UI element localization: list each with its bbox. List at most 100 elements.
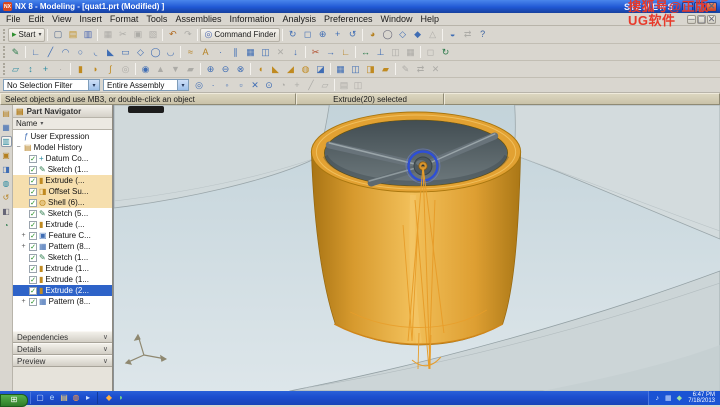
sketch-in-task-env-icon[interactable]: ✎ — [8, 45, 23, 59]
tree-item-offset-su-[interactable]: ✓◨Offset Su... — [13, 186, 112, 197]
toolbar-grip[interactable] — [3, 46, 6, 58]
shell-icon[interactable]: ◍ — [298, 62, 313, 76]
polygon-icon[interactable]: ◇ — [133, 45, 148, 59]
draft-icon[interactable]: ◢ — [283, 62, 298, 76]
chevron-down-icon[interactable]: ▾ — [177, 80, 188, 90]
arc-center-icon[interactable]: ⊙ — [262, 78, 276, 92]
edit-feature-params-icon[interactable]: ✎ — [398, 62, 413, 76]
part-navigator-icon[interactable]: ▥ — [1, 136, 12, 147]
new-file-icon[interactable]: ▢ — [50, 28, 65, 42]
tree-checkbox[interactable]: ✓ — [29, 155, 37, 163]
menu-assemblies[interactable]: Assemblies — [171, 14, 225, 24]
pad-icon[interactable]: ▰ — [183, 62, 198, 76]
tree-checkbox[interactable]: ✓ — [29, 243, 37, 251]
pattern-curve-icon[interactable]: ▦ — [243, 45, 258, 59]
point-on-curve-icon[interactable]: ╱ — [304, 78, 318, 92]
3d-scene[interactable] — [114, 105, 720, 391]
roles-icon[interactable]: ◔ — [1, 220, 12, 231]
part-navigator-header[interactable]: ▤ Part Navigator — [13, 105, 112, 118]
update-model-icon[interactable]: ↻ — [438, 45, 453, 59]
make-symmetric-icon[interactable]: ◫ — [388, 45, 403, 59]
tree-item-sketch-1-[interactable]: ✓✎Sketch (1... — [13, 252, 112, 263]
trim-body-icon[interactable]: ◪ — [313, 62, 328, 76]
circle-icon[interactable]: ○ — [73, 45, 88, 59]
edge-blend-icon[interactable]: ◖ — [253, 62, 268, 76]
panel-splitter-handle[interactable] — [128, 106, 164, 113]
tree-item-datum-co-[interactable]: ✓+Datum Co... — [13, 153, 112, 164]
isometric-view-icon[interactable]: ◇ — [395, 28, 410, 42]
revolve-icon[interactable]: ◗ — [88, 62, 103, 76]
menu-help[interactable]: Help — [417, 14, 444, 24]
boss-icon[interactable]: ▲ — [153, 62, 168, 76]
subtract-icon[interactable]: ⊖ — [218, 62, 233, 76]
section-details[interactable]: Details∨ — [13, 343, 112, 355]
move-face-icon[interactable]: ⇄ — [413, 62, 428, 76]
datum-plane-icon[interactable]: ▱ — [8, 62, 23, 76]
thicken-icon[interactable]: ▰ — [378, 62, 393, 76]
tree-item-pattern-8-[interactable]: +✓▦Pattern (8... — [13, 296, 112, 307]
sweep-along-guide-icon[interactable]: ∫ — [103, 62, 118, 76]
offset-surface-icon[interactable]: ◨ — [363, 62, 378, 76]
name-column-header[interactable]: Name ▾ — [13, 118, 112, 130]
tree-item-user-expression[interactable]: ƒUser Expression — [13, 131, 112, 142]
tree-expander-icon[interactable]: − — [15, 144, 22, 151]
stop-at-intersection-icon[interactable]: ◫ — [351, 78, 365, 92]
paste-icon[interactable]: ▧ — [145, 28, 160, 42]
ellipse-icon[interactable]: ◯ — [148, 45, 163, 59]
delete-face-icon[interactable]: ✕ — [428, 62, 443, 76]
fillet-icon[interactable]: ◟ — [88, 45, 103, 59]
help-icon[interactable]: ? — [475, 28, 490, 42]
toolbar-grip[interactable] — [3, 29, 6, 41]
tree-expander-icon[interactable]: + — [20, 232, 27, 239]
redo-icon[interactable]: ↷ — [180, 28, 195, 42]
tree-item-extrude-[interactable]: ✓▮Extrude (... — [13, 175, 112, 186]
quick-extend-icon[interactable]: → — [323, 45, 338, 59]
chamfer-feature-icon[interactable]: ◣ — [268, 62, 283, 76]
tree-item-sketch-5-[interactable]: ✓✎Sketch (5... — [13, 208, 112, 219]
menu-analysis[interactable]: Analysis — [278, 14, 320, 24]
project-curve-icon[interactable]: ↓ — [288, 45, 303, 59]
network-icon[interactable]: ▦ — [663, 393, 673, 403]
line-icon[interactable]: ╱ — [43, 45, 58, 59]
assembly-navigator-icon[interactable]: ▤ — [1, 108, 12, 119]
text-icon[interactable]: A — [198, 45, 213, 59]
volume-icon[interactable]: ♪ — [652, 393, 662, 403]
intersect-icon[interactable]: ⊗ — [233, 62, 248, 76]
tree-item-feature-c-[interactable]: +✓▣Feature C... — [13, 230, 112, 241]
make-corner-icon[interactable]: ∟ — [338, 45, 353, 59]
tree-expander-icon[interactable]: + — [20, 298, 27, 305]
arc-icon[interactable]: ◠ — [58, 45, 73, 59]
nx-app-icon[interactable]: ◆ — [103, 392, 115, 404]
messenger-icon[interactable]: ◗ — [115, 392, 127, 404]
tree-checkbox[interactable]: ✓ — [29, 276, 37, 284]
mirror-curve-icon[interactable]: ◫ — [258, 45, 273, 59]
snap-point-options-icon[interactable]: ◎ — [192, 78, 206, 92]
menu-format[interactable]: Format — [106, 14, 143, 24]
tree-checkbox[interactable]: ✓ — [29, 221, 37, 229]
pattern-feature-icon[interactable]: ▦ — [333, 62, 348, 76]
print-icon[interactable]: ▦ — [100, 28, 115, 42]
shaded-with-edges-icon[interactable]: ◕ — [365, 28, 380, 42]
tree-checkbox[interactable]: ✓ — [29, 199, 37, 207]
menu-file[interactable]: File — [2, 14, 25, 24]
display-sketch-constraints-icon[interactable]: ▦ — [403, 45, 418, 59]
cut-icon[interactable]: ✂ — [115, 28, 130, 42]
open-icon[interactable]: ▤ — [65, 28, 80, 42]
fit-view-icon[interactable]: ◻ — [300, 28, 315, 42]
show-desktop-icon[interactable]: ▢ — [34, 392, 46, 404]
control-point-icon[interactable]: ▫ — [234, 78, 248, 92]
tree-item-model-history[interactable]: −▤Model History — [13, 142, 112, 153]
menu-preferences[interactable]: Preferences — [320, 14, 377, 24]
web-browser-icon[interactable]: ◍ — [1, 178, 12, 189]
wireframe-display-icon[interactable]: ◯ — [380, 28, 395, 42]
point-icon[interactable]: ∙ — [213, 45, 228, 59]
history-palette-icon[interactable]: ↺ — [1, 192, 12, 203]
tree-item-pattern-8-[interactable]: +✓▦Pattern (8... — [13, 241, 112, 252]
datum-axis-icon[interactable]: ↕ — [23, 62, 38, 76]
tree-checkbox[interactable]: ✓ — [29, 177, 37, 185]
start-button[interactable]: ▸Start▾ — [8, 28, 45, 42]
selection-filter-dropdown[interactable]: No Selection Filter ▾ — [3, 79, 100, 91]
menu-information[interactable]: Information — [225, 14, 278, 24]
tree-item-extrude-1-[interactable]: ✓▮Extrude (1... — [13, 263, 112, 274]
undo-icon[interactable]: ↶ — [165, 28, 180, 42]
